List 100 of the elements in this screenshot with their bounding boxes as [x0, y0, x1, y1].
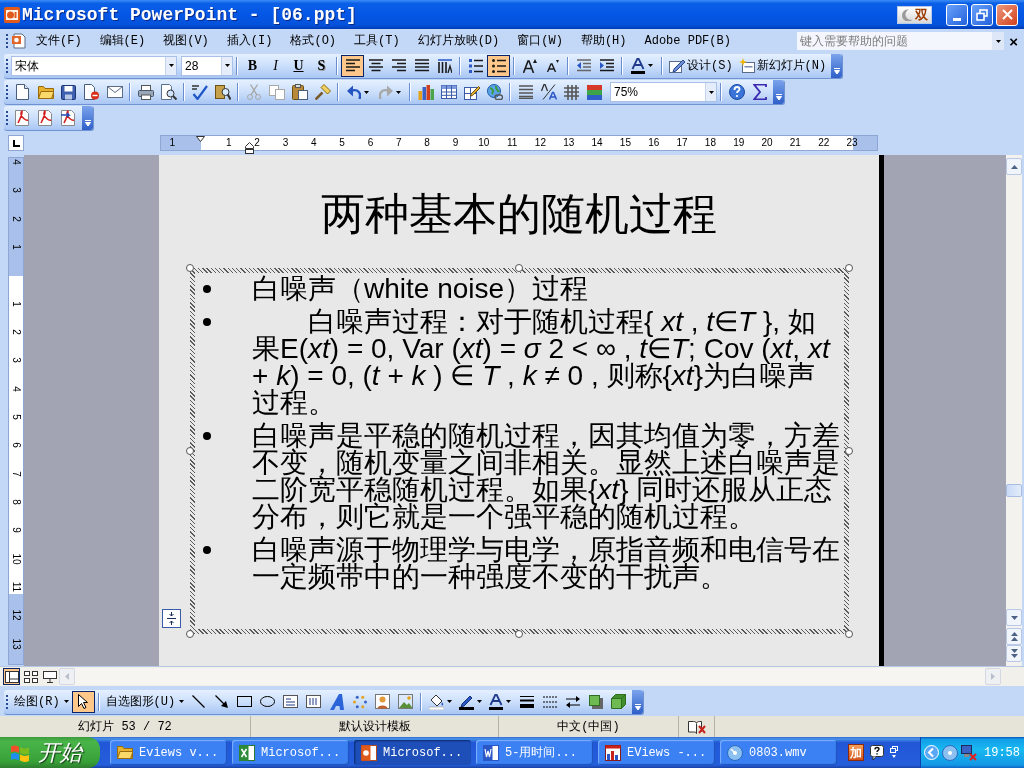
menu-item[interactable]: 文件(F): [27, 31, 91, 51]
ruler-number: 16: [648, 138, 660, 148]
network-error-icon[interactable]: [961, 744, 977, 761]
draw-menu-button[interactable]: 绘图(R): [11, 690, 72, 713]
grid-icon: [564, 84, 579, 100]
vertical-text-box-icon: [306, 695, 322, 708]
document-window-icon[interactable]: [11, 33, 27, 49]
next-slide-button[interactable]: [1006, 645, 1022, 662]
caret-icon: [995, 39, 1001, 43]
menu-item[interactable]: Adobe PDF(B): [635, 31, 740, 51]
align-left-button[interactable]: [341, 54, 364, 77]
resize-handle[interactable]: [845, 264, 853, 272]
scroll-up-button[interactable]: [1006, 158, 1022, 175]
left-arrow-circle-icon[interactable]: [924, 745, 939, 760]
help-search-field[interactable]: 键入需要帮助的问题: [797, 32, 993, 50]
bold-button[interactable]: B: [241, 54, 264, 77]
first-line-indent-marker[interactable]: [196, 136, 205, 142]
double-up-arrow-icon: [1010, 632, 1018, 641]
ruler-number: 13: [563, 138, 575, 148]
slide-sorter-button[interactable]: [22, 668, 40, 685]
toolbar-options-button[interactable]: [773, 80, 784, 104]
dot-ring-icon: [352, 694, 367, 709]
taskbar-button[interactable]: Eviews v...: [110, 740, 227, 765]
app-logo-icon: [4, 6, 20, 23]
menu-item[interactable]: 工具(T): [345, 31, 409, 51]
ruler-number: 22: [818, 138, 830, 148]
slide-show-button[interactable]: [41, 668, 59, 685]
taskbar-button[interactable]: 0803.wmv: [720, 740, 837, 765]
close-button[interactable]: [996, 3, 1018, 26]
align-left-icon: [345, 59, 360, 72]
disc-icon[interactable]: [942, 744, 958, 761]
resize-handle[interactable]: [186, 447, 194, 455]
autofit-options-icon[interactable]: [162, 609, 181, 628]
autoshapes-menu-button[interactable]: 自选图形(U): [102, 690, 188, 713]
bullet-text: 白噪声过程：对于随机过程{ xt , t∈T }, 如果E(xt) = 0, Var (xt) = σ 2 < ∞ , t∈T; Cov (xt, xt + k) = 0, (t + k ) ∈ T , k ≠ 0 , 则称{xt}为白噪声过程。: [252, 308, 832, 416]
help-bubble-icon[interactable]: [870, 745, 884, 760]
ruler-number: 7: [11, 471, 21, 477]
menu-item[interactable]: 插入(I): [217, 31, 282, 51]
close-document-button[interactable]: ×: [1009, 33, 1018, 49]
resize-handle[interactable]: [515, 630, 523, 638]
caret-icon: [476, 700, 482, 703]
menu-item[interactable]: 视图(V): [154, 31, 218, 51]
ruler-number: 4: [11, 386, 21, 392]
input-method-indicator[interactable]: 双: [897, 5, 932, 24]
new-slide-button[interactable]: 新幻灯片(N): [735, 54, 830, 77]
font-name-field[interactable]: 宋体: [11, 55, 177, 76]
ruler-number: 8: [424, 138, 430, 148]
toolbar-options-button[interactable]: [82, 106, 93, 130]
zoom-field[interactable]: 75%: [610, 82, 717, 102]
resize-handle[interactable]: [845, 447, 853, 455]
design-button[interactable]: 设计(S): [666, 54, 736, 77]
align-right-icon: [391, 59, 406, 72]
ruler-number: 21: [789, 138, 801, 148]
resize-handle[interactable]: [186, 630, 194, 638]
toolbar-options-button[interactable]: [632, 689, 644, 714]
font-color-icon: [631, 57, 645, 74]
ruler-number: 1: [11, 244, 21, 250]
landscape-icon: [398, 694, 414, 709]
ruler-number: 23: [846, 138, 858, 148]
windows-flag-icon: [10, 743, 30, 762]
left-indent-marker[interactable]: [245, 142, 254, 154]
taskbar-button[interactable]: Microsof...: [232, 740, 349, 765]
numbered-list-icon: [468, 58, 483, 73]
ruler-number: 1: [226, 138, 232, 148]
taskbar-button[interactable]: 5-用时间...: [476, 740, 593, 765]
font-size-field[interactable]: 28: [181, 55, 233, 76]
menu-item[interactable]: 窗口(W): [508, 31, 572, 51]
menu-item[interactable]: 格式(O): [281, 31, 346, 51]
taskbar-button[interactable]: EViews -...: [598, 740, 715, 765]
shadow-button[interactable]: S: [310, 54, 333, 77]
scroll-down-button[interactable]: [1006, 609, 1022, 626]
minimize-button[interactable]: [946, 3, 968, 26]
minimize-icon: [953, 17, 961, 21]
menu-item[interactable]: 幻灯片放映(D): [408, 31, 509, 51]
toolbar-options-button[interactable]: [831, 53, 843, 78]
resize-handle[interactable]: [186, 264, 194, 272]
chevron-down-icon: [634, 703, 641, 710]
page-magnifier-icon: [160, 84, 177, 100]
ruler-number: 13: [11, 638, 21, 650]
resize-handle[interactable]: [845, 630, 853, 638]
menu-item[interactable]: 编辑(E): [90, 31, 155, 51]
ruler-number: 19: [733, 138, 745, 148]
previous-slide-button[interactable]: [1006, 628, 1022, 645]
select-objects-button[interactable]: [71, 690, 95, 713]
ruler-number: 12: [11, 609, 21, 621]
taskbar-button[interactable]: Microsof...: [354, 740, 471, 765]
bullets-button[interactable]: [487, 54, 510, 77]
language-label: 中文(中国): [557, 718, 620, 736]
resize-handle[interactable]: [515, 264, 523, 272]
underline-button[interactable]: U: [287, 54, 310, 77]
bullet-icon: [203, 546, 211, 554]
menu-item[interactable]: 帮助(H): [571, 31, 636, 51]
restore-button[interactable]: [971, 3, 993, 26]
help-search-dropdown[interactable]: [992, 32, 1005, 50]
scroll-thumb[interactable]: [1006, 484, 1022, 497]
window-restore-icon[interactable]: [890, 745, 898, 760]
italic-button[interactable]: I: [264, 54, 287, 77]
printer-icon: [137, 84, 154, 100]
normal-view-button[interactable]: [3, 668, 21, 685]
tab-selector[interactable]: [8, 135, 24, 151]
